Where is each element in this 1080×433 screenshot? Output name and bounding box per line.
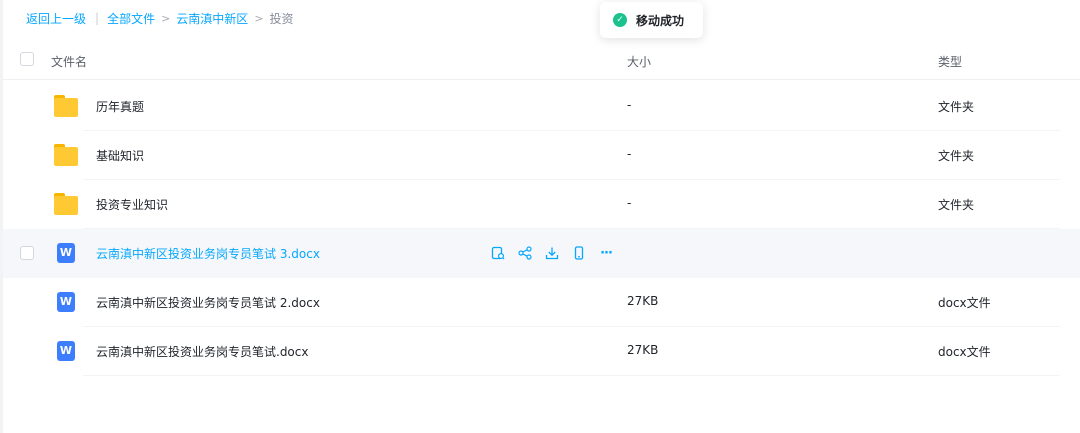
toast-message: 移动成功 [636, 13, 685, 28]
file-size: - [627, 196, 632, 210]
table-row[interactable]: 基础知识 - 文件夹 [3, 131, 1080, 180]
word-doc-icon: W [54, 291, 75, 312]
file-name[interactable]: 云南滇中新区投资业务岗专员笔试.docx [96, 343, 308, 360]
back-link[interactable]: 返回上一级 [26, 10, 86, 27]
column-header-type[interactable]: 类型 [938, 53, 962, 70]
column-header-size[interactable]: 大小 [627, 53, 651, 70]
row-divider [83, 375, 1060, 376]
file-name[interactable]: 基础知识 [96, 147, 144, 164]
table-row[interactable]: W 云南滇中新区投资业务岗专员笔试.docx 27KB docx文件 [3, 327, 1080, 376]
table-row[interactable]: W 云南滇中新区投资业务岗专员笔试 2.docx 27KB docx文件 [3, 278, 1080, 327]
breadcrumb-separator: | [95, 11, 100, 25]
file-size: 27KB [627, 294, 659, 308]
breadcrumb-current: 投资 [269, 11, 294, 26]
breadcrumb-arrow: > [254, 11, 264, 25]
row-checkbox[interactable] [20, 246, 34, 260]
table-row-hovered[interactable]: W 云南滇中新区投资业务岗专员笔试 3.docx ··· [3, 229, 1080, 278]
share-icon[interactable] [517, 245, 533, 261]
folder-icon [54, 193, 78, 215]
file-name[interactable]: 投资专业知识 [96, 196, 168, 213]
file-type: docx文件 [938, 345, 991, 359]
check-circle-icon: ✓ [613, 13, 627, 27]
folder-icon [54, 144, 78, 166]
breadcrumb: 返回上一级 | 全部文件 > 云南滇中新区 > 投资 [26, 10, 294, 26]
file-type: docx文件 [938, 296, 991, 310]
select-all-checkbox[interactable] [20, 52, 34, 66]
breadcrumb-all-files[interactable]: 全部文件 [107, 10, 155, 27]
file-type: 文件夹 [938, 100, 975, 114]
table-header: 文件名 大小 类型 [3, 42, 1080, 80]
word-doc-icon: W [54, 242, 75, 263]
file-size: - [627, 147, 632, 161]
file-name[interactable]: 云南滇中新区投资业务岗专员笔试 3.docx [96, 245, 320, 262]
file-size: - [627, 98, 632, 112]
file-name[interactable]: 历年真题 [96, 98, 144, 115]
table-row[interactable]: 投资专业知识 - 文件夹 [3, 180, 1080, 229]
more-icon[interactable]: ··· [598, 245, 614, 261]
save-to-cloud-icon[interactable] [490, 245, 506, 261]
success-toast: ✓ 移动成功 [600, 2, 703, 38]
column-header-name[interactable]: 文件名 [51, 53, 87, 70]
file-type: 文件夹 [938, 198, 975, 212]
download-icon[interactable] [544, 245, 560, 261]
row-actions: ··· [490, 245, 625, 261]
folder-icon [54, 95, 78, 117]
file-size: 27KB [627, 343, 659, 357]
table-row[interactable]: 历年真题 - 文件夹 [3, 82, 1080, 131]
mobile-icon[interactable] [571, 245, 587, 261]
breadcrumb-folder[interactable]: 云南滇中新区 [176, 10, 248, 27]
file-name[interactable]: 云南滇中新区投资业务岗专员笔试 2.docx [96, 294, 320, 311]
breadcrumb-arrow: > [161, 11, 171, 25]
word-doc-icon: W [54, 340, 75, 361]
file-type: 文件夹 [938, 149, 975, 163]
